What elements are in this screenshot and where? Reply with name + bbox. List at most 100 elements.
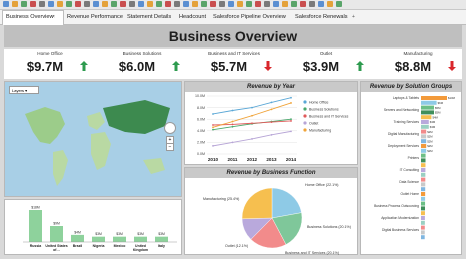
panel-title: Revenue by Year	[185, 82, 357, 92]
add-tab-icon[interactable]: +	[352, 11, 355, 23]
y-tick-label: 4.0M	[197, 129, 205, 133]
toolbar-button-icon[interactable]	[219, 1, 225, 7]
hbar	[421, 144, 427, 148]
world-map[interactable]	[5, 82, 182, 197]
toolbar-button-icon[interactable]	[84, 1, 90, 7]
toolbar-button-icon[interactable]	[318, 1, 324, 7]
data-point	[212, 126, 214, 129]
toolbar-button-icon[interactable]	[111, 1, 117, 7]
hbar-value-label: $2M	[427, 130, 433, 134]
hbar-category-label: Training Services	[394, 120, 420, 124]
toolbar-button-icon[interactable]	[129, 1, 135, 7]
toolbar-button-icon[interactable]	[165, 1, 171, 7]
data-point	[270, 121, 273, 123]
toolbar-button-icon[interactable]	[183, 1, 189, 7]
hbar	[421, 220, 425, 225]
hbar	[421, 187, 426, 192]
toolbar-button-icon[interactable]	[246, 1, 252, 7]
toolbar-button-icon[interactable]	[138, 1, 144, 7]
y-tick-label: 8.0M	[197, 106, 205, 110]
toolbar-button-icon[interactable]	[192, 1, 198, 7]
hbar-category-label: Application Modernization	[381, 216, 419, 220]
toolbar-button-icon[interactable]	[21, 1, 27, 7]
bar-value-label: $3M	[158, 232, 165, 236]
hbar-category-label: Business Process Outsourcing	[374, 204, 419, 208]
toolbar-button-icon[interactable]	[264, 1, 270, 7]
tab-label: Salesforce Pipeline Overview	[213, 14, 286, 20]
toolbar-button-icon[interactable]	[102, 1, 108, 7]
pie-slice	[241, 187, 273, 220]
toolbar-button-icon[interactable]	[255, 1, 261, 7]
toolbar-button-icon[interactable]	[156, 1, 162, 7]
data-point	[212, 113, 214, 115]
country-bar-chart: $18MRussia$9MUnited Statesof…$4MBrazil$3…	[23, 206, 177, 252]
toolbar-button-icon[interactable]	[273, 1, 279, 7]
toolbar	[0, 0, 466, 10]
toolbar-button-icon[interactable]	[327, 1, 333, 7]
close-icon[interactable]: ×	[52, 11, 55, 23]
tab-headcount[interactable]: Headcount	[176, 11, 212, 23]
toolbar-button-icon[interactable]	[291, 1, 297, 7]
pan-control-icon[interactable]	[164, 122, 176, 134]
toolbar-button-icon[interactable]	[237, 1, 243, 7]
hbar-category-label: Deployment Services	[388, 144, 420, 148]
toolbar-button-icon[interactable]	[282, 1, 288, 7]
slice-label: Home Office (22.1%)	[305, 183, 339, 187]
tab-salesforce-renewals[interactable]: Salesforce Renewals	[292, 11, 356, 23]
hbar-category-label: Outlet Home	[400, 192, 419, 196]
toolbar-button-icon[interactable]	[57, 1, 63, 7]
africa-shape	[91, 132, 111, 170]
data-point	[212, 144, 214, 147]
legend-swatch	[303, 128, 307, 132]
x-tick-label: 2013	[266, 157, 277, 162]
hbar	[421, 201, 426, 206]
hbar	[421, 182, 426, 187]
legend-label: Outlet	[309, 121, 318, 125]
toolbar-button-icon[interactable]	[300, 1, 306, 7]
arrow-down-icon	[264, 61, 272, 71]
toolbar-button-icon[interactable]	[201, 1, 207, 7]
toolbar-button-icon[interactable]	[39, 1, 45, 7]
y-tick-label: 6.0M	[197, 117, 205, 121]
hbar-value-label: $6M	[438, 101, 444, 105]
toolbar-button-icon[interactable]	[309, 1, 315, 7]
hbar	[421, 225, 425, 230]
legend-label: Home Office	[309, 100, 328, 104]
x-tick-label: 2014	[286, 157, 297, 162]
tab-revenue-performance[interactable]: Revenue Performance	[64, 11, 126, 23]
toolbar-button-icon[interactable]	[228, 1, 234, 7]
arrow-down-icon	[448, 61, 456, 71]
zoom-out-icon[interactable]: −	[166, 143, 174, 151]
toolbar-button-icon[interactable]	[93, 1, 99, 7]
hbar-value-label: $2M	[427, 144, 433, 148]
toolbar-button-icon[interactable]	[174, 1, 180, 7]
legend-swatch	[303, 107, 307, 111]
data-point	[270, 133, 273, 136]
kpi-label: Business Solutions	[122, 51, 162, 56]
toolbar-button-icon[interactable]	[3, 1, 9, 7]
slice-label: Business Solutions (20.1%)	[307, 225, 351, 229]
toolbar-button-icon[interactable]	[210, 1, 216, 7]
kpi-card: Manufacturing $8.8M	[372, 49, 464, 79]
panel-title: Revenue by Business Function	[185, 168, 357, 178]
toolbar-button-icon[interactable]	[12, 1, 18, 7]
data-point	[251, 114, 253, 117]
legend-swatch	[303, 121, 307, 125]
toolbar-button-icon[interactable]	[336, 1, 342, 7]
toolbar-button-icon[interactable]	[30, 1, 36, 7]
hbar	[421, 148, 427, 153]
map-panel[interactable]: Layers ▾ + −	[4, 81, 182, 197]
hbar-category-label: Servers and Networking	[384, 108, 419, 112]
slice-label: Business and IT Services (20.1%)	[285, 251, 339, 255]
toolbar-button-icon[interactable]	[120, 1, 126, 7]
tab-salesforce-pipeline[interactable]: Salesforce Pipeline Overview	[210, 11, 294, 23]
data-point	[231, 109, 234, 112]
toolbar-button-icon[interactable]	[48, 1, 54, 7]
toolbar-button-icon[interactable]	[75, 1, 81, 7]
kpi-label: Home Office	[37, 51, 63, 56]
tab-statement-details[interactable]: Statement Details	[124, 11, 178, 23]
toolbar-button-icon[interactable]	[147, 1, 153, 7]
hbar-category-label: Laptops & Tablets	[393, 96, 420, 100]
toolbar-button-icon[interactable]	[66, 1, 72, 7]
layers-select[interactable]: Layers ▾	[9, 86, 39, 94]
